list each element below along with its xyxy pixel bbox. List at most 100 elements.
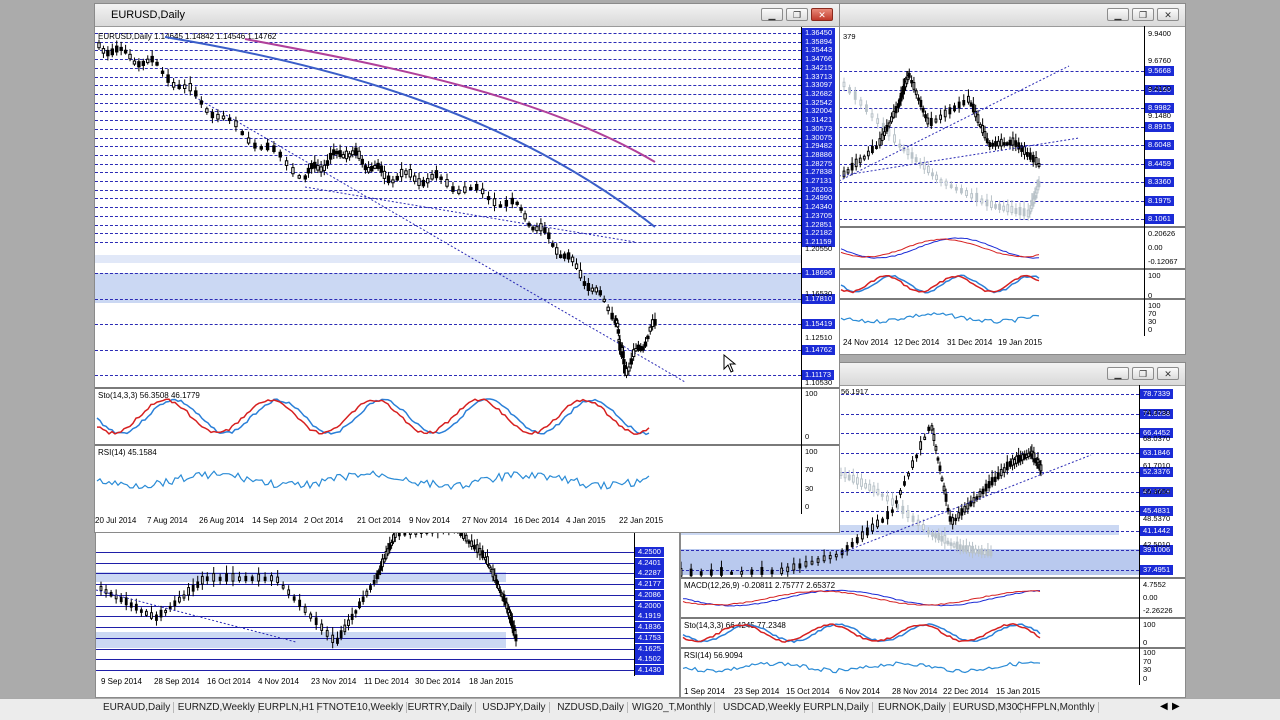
axis-tick-label: 100 — [1148, 271, 1161, 280]
axis-tick-label: 100 — [805, 447, 818, 456]
price-pane[interactable]: 379 — [839, 26, 1144, 226]
chart-tab[interactable]: USDJPY,Daily — [479, 702, 550, 713]
candle — [319, 166, 323, 173]
scroll-right-icon[interactable]: ▶ — [1172, 701, 1180, 712]
candle — [887, 122, 891, 127]
candle — [980, 548, 984, 555]
chart-tab[interactable]: EURTRY,Daily — [405, 702, 477, 713]
candle — [944, 180, 948, 186]
chart-tab[interactable]: EURPLN,H1 — [255, 702, 319, 713]
candle — [943, 109, 947, 118]
candle — [168, 605, 172, 610]
chart-window-top-right[interactable]: ▁ ❐ ✕ 379 9.5668 9.2160 8.9982 8.8915 8.6048… — [838, 3, 1186, 355]
close-icon[interactable]: ✕ — [1157, 367, 1179, 380]
maximize-icon[interactable]: ❐ — [1132, 8, 1154, 21]
candle — [990, 477, 994, 486]
chart-tab[interactable]: EURPLN,Daily — [800, 702, 873, 713]
price-pane[interactable] — [96, 520, 634, 676]
price-level-label: 8.1975 — [1145, 195, 1174, 206]
candle — [291, 167, 295, 175]
candle — [145, 610, 148, 616]
close-icon[interactable]: ✕ — [811, 8, 833, 21]
candle — [570, 256, 575, 263]
chart-tab[interactable]: EURUSD,M30 — [950, 702, 1022, 713]
price-level-label: 4.1625 — [635, 643, 664, 654]
window-titlebar[interactable]: ▁ ❐ ✕ — [839, 4, 1185, 27]
candle — [227, 117, 232, 122]
candle — [297, 175, 301, 179]
candle — [860, 478, 863, 487]
rsi-pane[interactable]: RSI(14) 56.9094 — [681, 649, 1139, 685]
candle — [843, 471, 847, 479]
candle — [1028, 152, 1032, 160]
candle — [412, 175, 417, 182]
candle — [196, 581, 200, 588]
candle — [1002, 205, 1006, 211]
chart-tab[interactable]: NZDUSD,Daily — [554, 702, 628, 713]
candle — [934, 118, 938, 123]
scroll-left-icon[interactable]: ◀ — [1160, 701, 1168, 712]
chart-tab[interactable]: CHFPLN,Monthly — [1014, 702, 1099, 713]
candle — [272, 145, 276, 152]
rsi-pane[interactable] — [839, 300, 1144, 336]
candle — [899, 490, 902, 495]
candle — [210, 111, 215, 119]
candle — [234, 120, 238, 128]
axis-tick-label: 0 — [805, 502, 810, 511]
candle — [1011, 137, 1015, 146]
candle — [914, 90, 918, 96]
chart-tab[interactable]: WIG20_T,Monthly — [629, 702, 716, 713]
candle — [358, 601, 361, 609]
chart-window-eurusd[interactable]: EURUSD,Daily ▁ ❐ ✕ EURUSD,Daily 1.14645 … — [94, 3, 840, 533]
chart-tab[interactable]: EURAUD,Daily — [100, 702, 175, 713]
macd-pane[interactable] — [839, 228, 1144, 268]
candle — [469, 186, 473, 191]
stochastic-pane[interactable]: Sto(14,3,3) 56.3508 46.1779 — [95, 389, 801, 444]
rsi-pane[interactable]: RSI(14) 45.1584 — [95, 446, 801, 514]
candle — [834, 553, 838, 558]
candle — [231, 573, 235, 582]
maximize-icon[interactable]: ❐ — [1132, 367, 1154, 380]
chart-window-bottom-left[interactable]: 4.2500 4.2401 4.2287 4.2177 4.2086 4.2000 4.19… — [95, 520, 680, 698]
candle — [463, 186, 467, 193]
chart-tab[interactable]: USDCAD,Weekly — [720, 702, 805, 713]
maximize-icon[interactable]: ❐ — [786, 8, 808, 21]
candle — [139, 609, 143, 613]
candle — [325, 160, 330, 166]
price-level-label: 78.7339 — [1140, 389, 1174, 399]
candle — [890, 116, 893, 123]
stochastic-pane[interactable]: Sto(14,3,3) 66.4245 77.2348 — [681, 619, 1139, 647]
minimize-icon[interactable]: ▁ — [1107, 8, 1129, 21]
window-titlebar[interactable]: EURUSD,Daily ▁ ❐ ✕ — [95, 4, 839, 27]
candle — [970, 193, 974, 199]
chart-tab[interactable]: FTNOTE10,Weekly — [314, 702, 408, 713]
candle — [473, 544, 476, 550]
price-pane[interactable]: EURUSD,Daily 1.14645 1.14842 1.14546 1.1… — [95, 27, 801, 387]
candle — [971, 103, 975, 113]
stochastic-pane[interactable] — [839, 270, 1144, 298]
candle — [926, 165, 930, 174]
candle — [582, 281, 587, 286]
candle — [855, 537, 859, 544]
candle — [955, 541, 959, 550]
minimize-icon[interactable]: ▁ — [761, 8, 783, 21]
candle — [555, 247, 559, 255]
candle — [610, 312, 614, 320]
minimize-icon[interactable]: ▁ — [1107, 367, 1129, 380]
candle — [999, 138, 1003, 147]
macd-pane[interactable]: MACD(12,26,9) -0.20811 2.75777 2.65372 — [681, 579, 1139, 617]
candle — [998, 203, 1002, 210]
candle — [883, 131, 886, 137]
candle — [907, 73, 911, 78]
candle — [347, 153, 352, 158]
close-icon[interactable]: ✕ — [1157, 8, 1179, 21]
candle — [898, 143, 902, 148]
candle — [921, 107, 925, 113]
chart-tab[interactable]: EURNOK,Daily — [875, 702, 950, 713]
price-level-label: 4.2000 — [635, 600, 664, 611]
axis-tick-label: 9.1480 — [1148, 111, 1171, 120]
axis-tick-label: 42.5010 — [1143, 540, 1171, 549]
candle — [887, 129, 891, 137]
candle — [246, 137, 251, 144]
chart-tab[interactable]: EURNZD,Weekly — [175, 702, 259, 713]
